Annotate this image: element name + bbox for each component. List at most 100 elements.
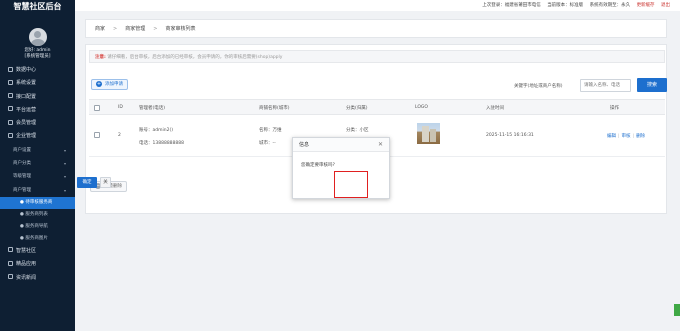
sidebar-item[interactable]: 会员管理	[0, 117, 75, 130]
sidebar-item-label: 商户分类	[13, 161, 31, 167]
menu-icon	[8, 132, 13, 138]
sidebar-item-label: ● 服务商图片	[20, 235, 48, 241]
sidebar-nav: 数据中心 系统设置 接口配置 平台运营 会员管理 企业管理 商户设置 ▾ 商户分类 ▾ 等级管理 ▾ 商…	[0, 64, 75, 285]
chevron-down-icon: ▾	[63, 187, 66, 193]
sidebar-item-label: 等级管理	[13, 174, 31, 180]
user-role: [系统管理员]	[24, 54, 51, 59]
menu-icon	[8, 79, 13, 85]
breadcrumb: 商家 > 商家管理 > 商家审核列表	[85, 19, 667, 38]
sidebar-item-label: 接口配置	[16, 93, 37, 100]
dialog-message: 您确定要审核吗?	[301, 163, 335, 168]
sidebar-item[interactable]: 商户管理 ▾	[0, 184, 75, 197]
row-id: 2	[118, 133, 121, 138]
sidebar-item[interactable]: 接口配置	[0, 91, 75, 104]
edit-link[interactable]: 编辑	[607, 134, 616, 139]
column-header-logo: LOGO	[415, 105, 428, 110]
sidebar-item-label: ● 服务商导航	[20, 223, 48, 229]
sidebar-item-label: 商户设置	[13, 147, 31, 153]
column-header-manager: 管理者(电话)	[139, 106, 166, 111]
chevron-down-icon: ▾	[63, 161, 66, 167]
last-login-text: 上次登录：福建省莆田市电信	[482, 3, 541, 8]
row-manager-account: 账号：admin2()	[139, 128, 173, 133]
sidebar-item[interactable]: ● 服务商列表	[0, 209, 75, 221]
top-bar: 上次登录：福建省莆田市电信 当前版本：标准版 系统有效期至：永久 更新缓存 退出	[75, 0, 680, 11]
sidebar-item[interactable]: 资讯新闻	[0, 272, 75, 285]
search-label: 关键字(地址或商户名称)	[514, 84, 563, 89]
sidebar-item-label: 企业管理	[16, 133, 37, 140]
sidebar-item[interactable]: ● 待审核服务商	[0, 196, 75, 209]
sidebar-item[interactable]: 商户设置 ▾	[0, 144, 75, 157]
breadcrumb-item-shop[interactable]: 商家	[95, 26, 105, 32]
sidebar-item-label: ● 待审核服务商	[20, 199, 53, 205]
logout-link[interactable]: 退出	[661, 3, 670, 8]
sidebar-item-label: ● 服务商列表	[20, 211, 48, 217]
sidebar-item-label: 商户管理	[13, 187, 31, 193]
add-application-label: 添加申请	[105, 82, 123, 87]
sidebar-item[interactable]: 商户分类 ▾	[0, 157, 75, 170]
column-header-join-time: 入驻时间	[486, 106, 504, 111]
sidebar: 智慧社区后台 您好: admin [系统管理员] 数据中心 系统设置 接口配置 平台运…	[0, 0, 75, 331]
close-icon[interactable]: ✕	[378, 141, 383, 148]
notice-text: 请仔细看，后台审核，后台添加的已经审核，会员申请的，你的审核后需要(shop)a…	[107, 55, 283, 60]
side-float-tab[interactable]	[674, 304, 680, 316]
row-category: 分类：小区	[346, 128, 369, 133]
breadcrumb-item-review-list: 商家审核列表	[165, 26, 196, 32]
delete-link[interactable]: 删除	[636, 134, 645, 139]
sidebar-item[interactable]: 系统设置	[0, 77, 75, 90]
menu-icon	[8, 93, 13, 99]
sidebar-item[interactable]: 精品应用	[0, 258, 75, 271]
notice-bar: 注意: 请仔细看，后台审核，后台添加的已经审核，会员申请的，你的审核后需要(sh…	[89, 50, 665, 63]
brand-title: 智慧社区后台	[13, 2, 62, 11]
menu-icon	[8, 260, 13, 266]
column-header-id: ID	[118, 105, 123, 110]
dialog-title: 信息	[293, 138, 389, 152]
sidebar-item[interactable]: 等级管理 ▾	[0, 170, 75, 183]
dialog-cancel-button[interactable]: 关	[100, 177, 111, 188]
sidebar-item[interactable]: 数据中心	[0, 64, 75, 77]
row-shop-city: 城市：--	[259, 141, 276, 146]
column-header-category: 分类(归属)	[346, 106, 368, 111]
sidebar-item-label: 平台运营	[16, 106, 37, 113]
highlight-box	[334, 171, 368, 198]
chevron-down-icon: ▾	[63, 147, 66, 153]
sidebar-item[interactable]: 企业管理	[0, 130, 75, 143]
expiry-text: 系统有效期至：永久	[589, 3, 631, 8]
dialog-confirm-button[interactable]: 确定	[77, 177, 97, 188]
shop-logo-image	[417, 123, 440, 144]
search-button[interactable]: 搜索	[637, 78, 667, 92]
menu-icon	[8, 119, 13, 125]
sidebar-item-label: 系统设置	[16, 80, 37, 87]
table-header: ID 管理者(电话) 商铺名称(城市) 分类(归属) LOGO 入驻时间 操作	[89, 99, 665, 115]
version-text: 当前版本：标准版	[547, 3, 584, 8]
add-application-button[interactable]: + 添加申请	[91, 79, 128, 90]
column-header-shop-name: 商铺名称(城市)	[259, 106, 290, 111]
refresh-cache-link[interactable]: 更新缓存	[637, 3, 655, 8]
select-all-checkbox[interactable]	[94, 104, 100, 113]
breadcrumb-item-shop-manage[interactable]: 商家管理	[125, 26, 145, 32]
search-input[interactable]	[580, 79, 631, 92]
menu-icon	[8, 247, 13, 253]
row-join-time: 2025-11-15 16:16:31	[486, 133, 534, 138]
sidebar-item-label: 精品应用	[16, 261, 37, 268]
plus-icon: +	[96, 81, 102, 87]
sidebar-item-label: 资讯新闻	[16, 274, 37, 281]
menu-icon	[8, 274, 13, 280]
sidebar-item[interactable]: 智慧社区	[0, 245, 75, 258]
avatar	[28, 28, 47, 46]
sidebar-item[interactable]: ● 服务商导航	[0, 221, 75, 233]
sidebar-item-label: 会员管理	[16, 120, 37, 127]
chevron-down-icon: ▾	[63, 174, 66, 180]
top-bar-info: 上次登录：福建省莆田市电信 当前版本：标准版 系统有效期至：永久 更新缓存 退出	[477, 0, 670, 11]
sidebar-item-label: 数据中心	[16, 67, 37, 73]
sidebar-item[interactable]: 平台运营	[0, 104, 75, 117]
column-header-actions: 操作	[610, 106, 619, 111]
row-actions: 编辑 | 审核 | 删除	[607, 134, 646, 139]
row-checkbox[interactable]	[94, 132, 100, 140]
sidebar-item-label: 智慧社区	[16, 247, 37, 254]
menu-icon	[8, 106, 13, 112]
sidebar-item[interactable]: ● 服务商图片	[0, 233, 75, 245]
breadcrumb-separator: >	[113, 26, 118, 32]
row-shop-name: 名称：万维	[259, 128, 282, 133]
notice-prefix: 注意:	[95, 55, 106, 60]
review-link[interactable]: 审核	[622, 134, 631, 139]
